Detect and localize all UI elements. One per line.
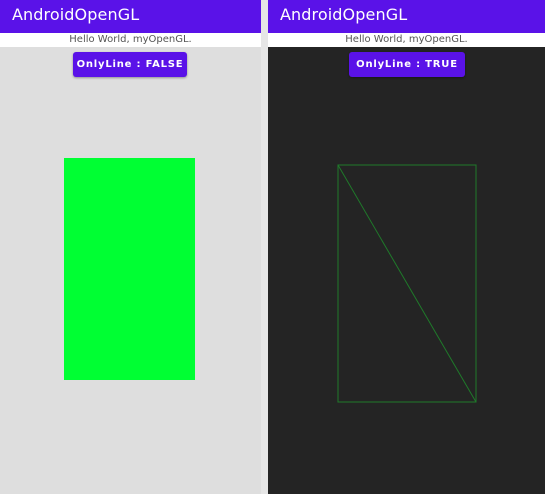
gl-surface[interactable]	[0, 47, 261, 494]
app-title: AndroidOpenGL	[280, 5, 408, 24]
gl-surface[interactable]	[268, 47, 545, 494]
phone-screen-filled: AndroidOpenGL Hello World, myOpenGL. Onl…	[0, 0, 261, 494]
hello-text: Hello World, myOpenGL.	[268, 33, 545, 47]
gl-canvas	[337, 164, 477, 403]
screenshot-frame: AndroidOpenGL Hello World, myOpenGL. Onl…	[0, 0, 545, 494]
app-bar: AndroidOpenGL	[268, 0, 545, 33]
phone-screen-wireframe: AndroidOpenGL Hello World, myOpenGL. Onl…	[268, 0, 545, 494]
only-line-toggle-button[interactable]: OnlyLine : TRUE	[349, 52, 465, 77]
filled-rectangle	[64, 158, 195, 380]
hello-text: Hello World, myOpenGL.	[0, 33, 261, 47]
app-bar: AndroidOpenGL	[0, 0, 261, 33]
app-title: AndroidOpenGL	[12, 5, 140, 24]
gl-canvas	[64, 158, 195, 380]
only-line-toggle-button[interactable]: OnlyLine : FALSE	[73, 52, 187, 77]
wireframe-diagonal	[337, 164, 477, 403]
